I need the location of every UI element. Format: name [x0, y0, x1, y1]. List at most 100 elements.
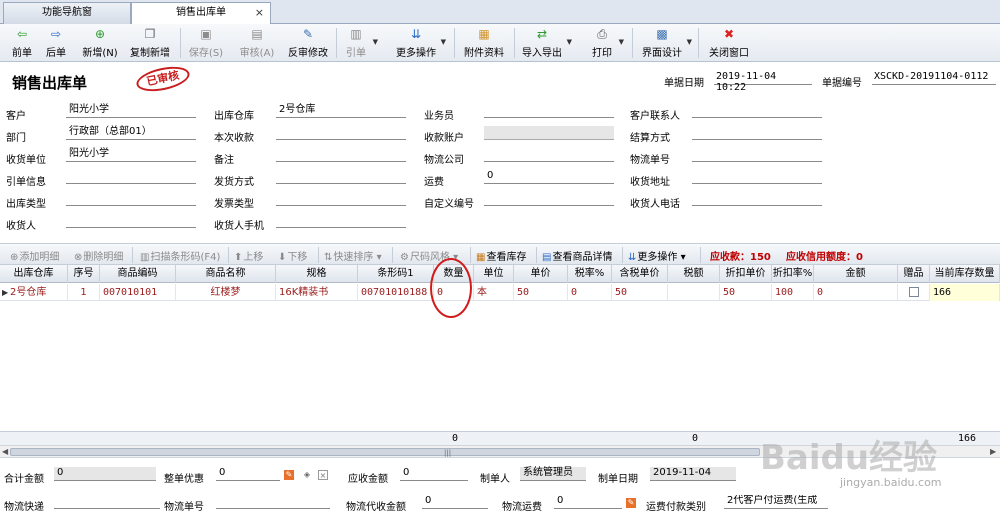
cell-tax-rate[interactable]: 0 [568, 284, 612, 301]
col-header[interactable]: 含税单价 [612, 265, 668, 283]
receiver-phone-field[interactable] [276, 214, 406, 228]
cell-product-code[interactable]: 007010101 [100, 284, 176, 301]
col-header[interactable]: 税额 [668, 265, 720, 283]
recv-unit-field[interactable]: 阳光小学 [66, 148, 196, 162]
cell-tax-price[interactable]: 50 [612, 284, 668, 301]
toolbar-separator [700, 247, 701, 263]
view-stock-button[interactable]: ▦查看库存 [476, 248, 526, 263]
doc-no-field[interactable]: XSCKD-20191104-0112 [872, 71, 996, 85]
col-header[interactable]: 商品编码 [100, 265, 176, 283]
add-detail-button[interactable]: ⊕添加明细 [10, 248, 59, 263]
cell-discount-price[interactable]: 50 [720, 284, 772, 301]
move-up-button[interactable]: ⬆上移 [234, 248, 263, 263]
edit-icon[interactable]: ✎ [284, 470, 294, 480]
cod-field[interactable]: 0 [422, 495, 488, 509]
express-no-field[interactable] [216, 495, 330, 509]
layout-design-button[interactable]: ▩ 界面设计 ▼ [640, 26, 692, 60]
print-button[interactable]: ⎙ 打印 ▼ [588, 26, 624, 60]
cell-unit[interactable]: 本 [474, 284, 514, 301]
cell-amount[interactable]: 0 [814, 284, 898, 301]
col-header[interactable]: 折扣率% [772, 265, 814, 283]
move-down-button[interactable]: ⬇下移 [278, 248, 307, 263]
cell-discount-rate[interactable]: 100 [772, 284, 814, 301]
audit-button[interactable]: ▤ 审核(A) [236, 26, 278, 60]
copy-new-button[interactable]: ❐ 复制新增 [128, 26, 172, 60]
import-doc-button[interactable]: ▥ 引单 ▼ [342, 26, 378, 60]
col-header[interactable]: 折扣单价 [720, 265, 772, 283]
edit-icon[interactable]: ✎ [626, 498, 636, 508]
next-doc-button[interactable]: ⇨ 后单 [40, 26, 72, 60]
customer-field[interactable]: 阳光小学 [66, 104, 196, 118]
more-actions-button[interactable]: ⇊ 更多操作 ▼ [394, 26, 446, 60]
col-header[interactable]: 金额 [814, 265, 898, 283]
new-button[interactable]: ⊕ 新增(N) [80, 26, 120, 60]
receiver-field[interactable] [66, 214, 196, 228]
tab-function-navigator[interactable]: 功能导航窗 [3, 2, 131, 24]
cell-price[interactable]: 50 [514, 284, 568, 301]
quick-sort-button[interactable]: ⇅快速排序 ▾ [324, 248, 382, 263]
express-field[interactable] [54, 495, 160, 509]
recv-addr-field[interactable] [692, 170, 822, 184]
scan-barcode-button[interactable]: ▥扫描条形码(F4) [140, 248, 220, 263]
warehouse-field[interactable]: 2号仓库 [276, 104, 406, 118]
attachment-button[interactable]: ▦ 附件资料 [462, 26, 506, 60]
cell-tax-amount[interactable] [668, 284, 720, 301]
tab-sales-outbound[interactable]: 销售出库单 × [131, 2, 271, 25]
gift-checkbox[interactable] [908, 287, 919, 297]
logistics-freight-field[interactable]: 0 [554, 495, 622, 509]
close-tab-icon[interactable]: × [255, 3, 264, 23]
scroll-left-icon[interactable]: ◀ [2, 447, 8, 456]
save-button[interactable]: ▣ 保存(S) [186, 26, 226, 60]
scrollbar-thumb[interactable]: ||| [10, 448, 760, 457]
col-header[interactable]: 商品名称 [176, 265, 276, 283]
import-export-button[interactable]: ⇄ 导入导出 ▼ [520, 26, 572, 60]
remark-field[interactable] [276, 148, 406, 162]
cell-spec[interactable]: 16K精装书 [276, 284, 358, 301]
prev-doc-button[interactable]: ⇦ 前单 [6, 26, 38, 60]
col-header[interactable]: 出库仓库 [0, 265, 68, 283]
logistics-no-field[interactable] [692, 148, 822, 162]
view-product-detail-button[interactable]: ▤查看商品详情 [542, 248, 612, 263]
custom-no-field[interactable] [484, 192, 614, 206]
col-header[interactable]: 条形码1 [358, 265, 434, 283]
invoice-type-field[interactable] [276, 192, 406, 206]
contact-field[interactable] [692, 104, 822, 118]
cell-product-name[interactable]: 红楼梦 [176, 284, 276, 301]
cell-barcode[interactable]: 00701010188 [358, 284, 434, 301]
col-header[interactable]: 单位 [474, 265, 514, 283]
col-header[interactable]: 单价 [514, 265, 568, 283]
grid-more-actions-button[interactable]: ⇊更多操作 ▾ [628, 248, 686, 263]
settle-field[interactable] [692, 126, 822, 140]
receivable-field[interactable]: 0 [400, 467, 468, 481]
discount-field[interactable]: 0 [216, 467, 280, 481]
tag-icon[interactable]: ◈ [302, 470, 312, 480]
doc-no-label: 单据编号 [822, 78, 862, 89]
calc-icon[interactable]: × [318, 470, 328, 480]
out-type-field[interactable] [66, 192, 196, 206]
ship-method-field[interactable] [276, 170, 406, 184]
cell-stock[interactable]: 166 [930, 284, 1000, 301]
col-header[interactable]: 规格 [276, 265, 358, 283]
col-header[interactable]: 赠品 [898, 265, 930, 283]
freight-field[interactable]: 0 [484, 170, 614, 184]
close-window-button[interactable]: ✖ 关闭窗口 [706, 26, 752, 60]
recv-account-field[interactable] [484, 126, 614, 140]
pay-type-field[interactable]: 2代客户付运费(生成 [724, 495, 828, 509]
unaudit-button[interactable]: ✎ 反审修改 [286, 26, 330, 60]
recv-phone-field[interactable] [692, 192, 822, 206]
col-header[interactable]: 序号 [68, 265, 100, 283]
table-row[interactable]: 2号仓库 1 007010101 红楼梦 16K精装书 00701010188 … [0, 284, 1000, 301]
cell-seq[interactable]: 1 [68, 284, 100, 301]
close-window-icon: ✖ [723, 27, 735, 41]
ref-info-field[interactable] [66, 170, 196, 184]
scroll-right-icon[interactable]: ▶ [990, 447, 996, 456]
salesman-field[interactable] [484, 104, 614, 118]
cell-warehouse[interactable]: 2号仓库 [0, 284, 68, 301]
this-recv-field[interactable] [276, 126, 406, 140]
doc-date-field[interactable]: 2019-11-04 10:22 [714, 71, 812, 93]
col-header[interactable]: 当前库存数量 [930, 265, 1000, 283]
dept-field[interactable]: 行政部（总部01） [66, 126, 196, 140]
delete-detail-button[interactable]: ⊗删除明细 [74, 248, 123, 263]
col-header[interactable]: 税率% [568, 265, 612, 283]
logistics-field[interactable] [484, 148, 614, 162]
